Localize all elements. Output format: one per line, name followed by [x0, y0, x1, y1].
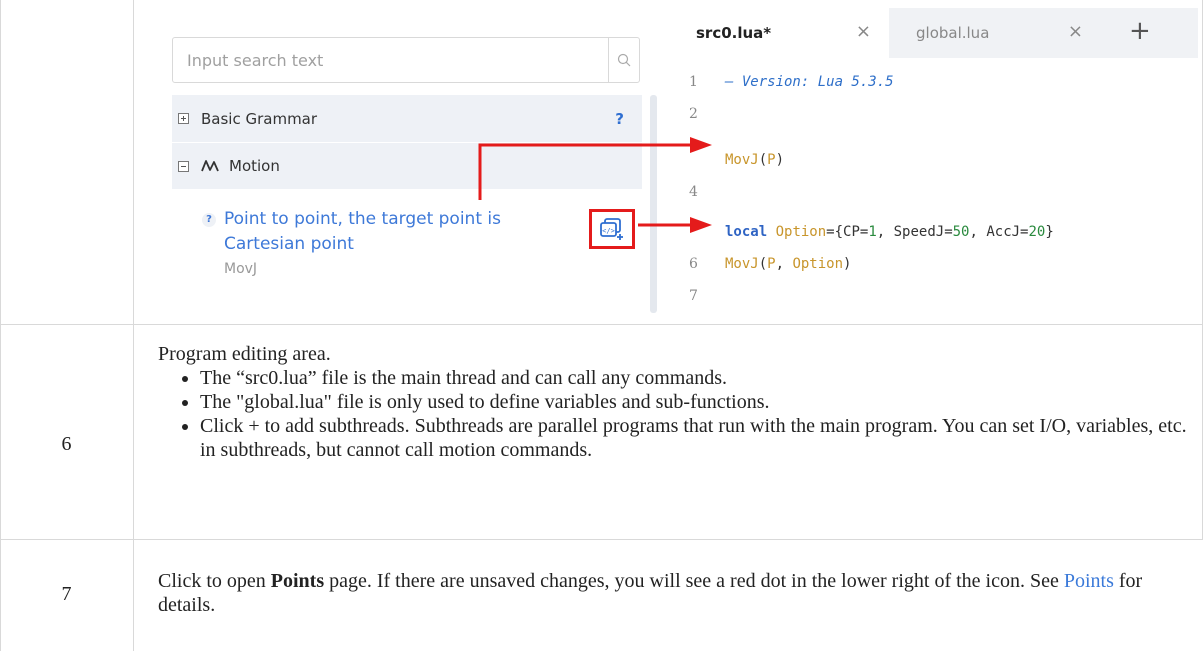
line-number: 4 — [689, 184, 698, 200]
code-line: local Option={CP=1, SpeedJ=50, AccJ=20} — [673, 224, 1198, 254]
row-divider-1 — [0, 324, 1203, 325]
command-item-movj[interactable]: ? Point to point, the target point is Ca… — [172, 189, 642, 299]
insert-code-icon: </> — [600, 218, 623, 240]
tab-global[interactable]: global.lua × — [889, 8, 1101, 58]
search-box — [172, 37, 640, 83]
search-input[interactable] — [173, 38, 610, 82]
editor-screenshot: Basic Grammar ? Motion ? Point to point,… — [155, 8, 1198, 313]
command-description: Point to point, the target point is Cart… — [224, 209, 501, 254]
row-description: Click to open Points page. If there are … — [158, 569, 1188, 617]
line-number: 7 — [689, 288, 698, 304]
description-text: Click to open — [158, 570, 271, 592]
column-divider — [133, 0, 134, 651]
row-number: 6 — [61, 433, 72, 455]
table-left-border — [0, 0, 1, 651]
line-number: 1 — [689, 74, 698, 90]
tree-item-basic-grammar[interactable]: Basic Grammar ? — [172, 95, 642, 142]
tab-bar: src0.lua* × global.lua × + — [673, 8, 1198, 58]
line-number: 6 — [689, 256, 698, 272]
code-line: 4 — [673, 184, 1198, 214]
row-divider-2 — [0, 539, 1203, 540]
code-text: MovJ(P) — [725, 152, 785, 168]
search-button[interactable] — [608, 38, 639, 82]
tab-label: src0.lua* — [696, 24, 772, 42]
list-item: Click + to add subthreads. Subthreads ar… — [200, 414, 1188, 462]
add-tab-button[interactable]: + — [1129, 16, 1151, 46]
row-number: 7 — [61, 583, 72, 605]
code-line: 1 — Version: Lua 5.3.5 — [673, 74, 1198, 104]
code-text: local Option={CP=1, SpeedJ=50, AccJ=20} — [725, 224, 1054, 240]
list-item: The "global.lua" file is only used to de… — [200, 390, 1188, 414]
search-icon — [617, 53, 631, 67]
description-text: page. If there are unsaved changes, you … — [324, 570, 1064, 592]
tree-item-label: Motion — [229, 157, 280, 175]
points-label: Points — [270, 570, 325, 592]
expand-icon[interactable] — [178, 113, 189, 124]
tab-src0[interactable]: src0.lua* × — [673, 8, 889, 58]
line-number: 2 — [689, 106, 698, 122]
row-description: Program editing area. The “src0.lua” fil… — [158, 342, 1188, 462]
code-text: MovJ(P, Option) — [725, 256, 852, 272]
scrollbar[interactable] — [650, 95, 657, 313]
insert-command-button[interactable]: </> — [589, 209, 635, 249]
description-list: The “src0.lua” file is the main thread a… — [158, 366, 1188, 462]
svg-text:</>: </> — [602, 227, 615, 235]
tab-label: global.lua — [916, 24, 990, 42]
code-line: MovJ(P) — [673, 152, 1198, 182]
description-intro: Program editing area. — [158, 343, 331, 365]
help-icon[interactable]: ? — [202, 213, 216, 227]
motion-icon — [201, 159, 221, 173]
collapse-icon[interactable] — [178, 160, 189, 172]
tree-item-label: Basic Grammar — [201, 109, 318, 128]
command-panel: Basic Grammar ? Motion ? Point to point,… — [155, 8, 667, 313]
tree-item-motion[interactable]: Motion — [172, 142, 642, 189]
close-icon[interactable]: × — [856, 21, 871, 42]
command-name: MovJ — [224, 261, 258, 277]
code-editor: src0.lua* × global.lua × + 1 — Version: … — [673, 8, 1198, 313]
list-item: The “src0.lua” file is the main thread a… — [200, 366, 1188, 390]
command-tree: Basic Grammar ? Motion ? Point to point,… — [172, 95, 642, 299]
code-line: 2 — [673, 106, 1198, 136]
code-text: — Version: Lua 5.3.5 — [725, 74, 894, 90]
close-icon[interactable]: × — [1068, 21, 1083, 42]
code-line: 6 MovJ(P, Option) — [673, 256, 1198, 286]
code-line: 7 — [673, 288, 1198, 318]
points-link[interactable]: Points — [1064, 570, 1114, 592]
help-icon[interactable]: ? — [615, 110, 624, 128]
